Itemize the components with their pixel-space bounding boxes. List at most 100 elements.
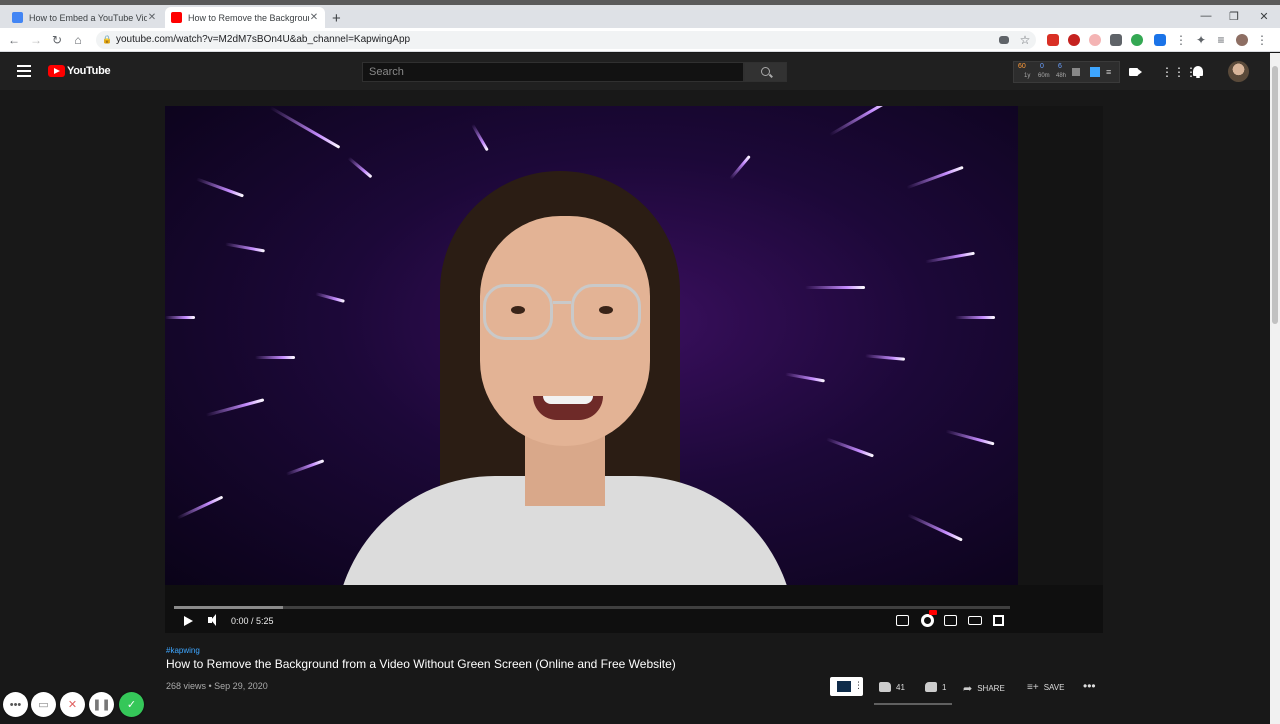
user-avatar[interactable] xyxy=(1228,61,1249,82)
browser-tab-embed[interactable]: How to Embed a YouTube Video ✕ xyxy=(6,7,163,28)
light-streak xyxy=(285,459,325,476)
save-button[interactable]: ≡+ SAVE xyxy=(1027,682,1064,693)
light-streak xyxy=(864,354,906,361)
home-icon[interactable]: ⌂ xyxy=(71,32,85,48)
video-frame[interactable] xyxy=(165,106,1018,585)
progress-bar[interactable] xyxy=(174,606,1010,609)
light-streak xyxy=(176,495,224,520)
video-hashtag[interactable]: #kapwing xyxy=(166,646,200,655)
stat-label: 1y xyxy=(1024,73,1031,79)
light-streak xyxy=(471,123,489,152)
settings-gear-icon[interactable] xyxy=(921,610,937,627)
youtube-header: YouTube Search 60 0 6 1y 60m 48h ≡ ⋮⋮⋮ xyxy=(0,53,1270,90)
more-actions-icon[interactable]: ••• xyxy=(1083,679,1096,693)
docs-favicon-icon xyxy=(12,12,23,23)
search-button[interactable] xyxy=(744,62,787,82)
close-tab-icon[interactable]: ✕ xyxy=(147,12,157,23)
browser-tab-remove-background[interactable]: How to Remove the Background ✕ xyxy=(165,7,325,28)
reload-icon[interactable]: ↻ xyxy=(50,32,64,48)
apps-grid-icon[interactable]: ⋮⋮⋮ xyxy=(1161,66,1197,78)
thumbs-down-icon xyxy=(925,682,937,692)
search-placeholder: Search xyxy=(369,66,404,78)
menu-dots-icon: ⋮ xyxy=(854,680,863,690)
thumbs-up-icon xyxy=(879,682,891,692)
chrome-menu-icon[interactable]: ⋮ xyxy=(1255,32,1269,48)
grid-toggle-icon[interactable] xyxy=(1072,68,1080,76)
light-streak xyxy=(255,356,295,359)
notifications-bell-icon[interactable] xyxy=(1193,66,1207,78)
profile-avatar-icon[interactable] xyxy=(1236,34,1248,46)
like-ratio-bar xyxy=(874,703,952,705)
video-meta: 268 views • Sep 29, 2020 xyxy=(166,681,268,691)
target-extension-icon[interactable] xyxy=(1089,34,1101,46)
dislike-count: 1 xyxy=(942,682,947,692)
presenter-eye xyxy=(511,306,525,314)
tab-title: How to Embed a YouTube Video xyxy=(29,12,147,23)
recorder-camera-button[interactable]: ▭ xyxy=(31,692,56,717)
youtube-play-logo-icon xyxy=(48,65,65,77)
reading-list-icon[interactable]: ≡ xyxy=(1214,32,1228,48)
time-display: 0:00 / 5:25 xyxy=(231,616,274,626)
captions-icon[interactable] xyxy=(896,615,909,626)
calendar-extension-icon[interactable] xyxy=(1047,34,1059,46)
light-streak xyxy=(269,106,341,149)
lastpass-extension-icon[interactable] xyxy=(1068,34,1080,46)
close-icon: ✕ xyxy=(67,699,78,711)
more-dots-icon: ••• xyxy=(9,698,22,711)
presenter xyxy=(335,171,795,585)
theater-mode-icon[interactable] xyxy=(968,616,982,625)
player-controls-bar xyxy=(165,585,1103,633)
bookmark-star-icon[interactable]: ☆ xyxy=(1018,32,1032,48)
recorder-menu-button[interactable]: ••• xyxy=(3,692,28,717)
miniplayer-icon[interactable] xyxy=(944,615,957,626)
fullscreen-icon[interactable] xyxy=(993,615,1004,626)
recorder-cancel-button[interactable]: ✕ xyxy=(60,692,85,717)
recorder-finish-button[interactable]: ✓ xyxy=(119,692,144,717)
puzzle-extensions-icon[interactable]: ✦ xyxy=(1194,32,1208,48)
dislike-button[interactable]: 1 xyxy=(925,682,946,692)
address-bar[interactable]: 🔒 youtube.com/watch?v=M2dM7sBOn4U&ab_cha… xyxy=(96,31,1036,49)
stat-value: 6 xyxy=(1058,63,1062,70)
light-streak xyxy=(828,106,892,137)
create-video-icon[interactable] xyxy=(1129,66,1143,78)
stats-extension-panel[interactable]: 60 0 6 1y 60m 48h ≡ xyxy=(1013,61,1120,83)
search-input[interactable]: Search xyxy=(362,62,744,82)
pause-icon: ❚❚ xyxy=(92,699,111,711)
glasses-bridge xyxy=(553,301,571,304)
list-toggle-icon[interactable]: ≡ xyxy=(1106,67,1111,77)
hd-badge xyxy=(929,610,937,615)
play-icon[interactable] xyxy=(184,616,193,626)
share-button[interactable]: ➦ SHARE xyxy=(963,682,1005,695)
browser-toolbar: ← → ↻ ⌂ 🔒 youtube.com/watch?v=M2dM7sBOn4… xyxy=(0,28,1280,52)
more-extensions-icon[interactable]: ⋮ xyxy=(1174,32,1188,48)
hamburger-menu-icon[interactable] xyxy=(17,65,31,77)
light-streak xyxy=(825,437,875,458)
share-label: SHARE xyxy=(977,684,1005,693)
extension-player-button[interactable]: ⋮ xyxy=(830,677,863,696)
volume-icon[interactable] xyxy=(208,614,220,628)
check-extension-icon[interactable] xyxy=(1131,34,1143,46)
close-window-icon[interactable]: ✕ xyxy=(1256,10,1272,23)
camera-extension-icon[interactable] xyxy=(999,36,1009,44)
stat-label: 60m xyxy=(1038,73,1050,79)
new-tab-icon[interactable]: + xyxy=(332,10,341,27)
presenter-eye xyxy=(599,306,613,314)
share-arrow-icon: ➦ xyxy=(963,683,973,695)
play-box-icon xyxy=(837,681,851,692)
browser-tab-bar: How to Embed a YouTube Video ✕ How to Re… xyxy=(0,5,1280,28)
like-button[interactable]: 41 xyxy=(879,682,905,692)
player-toggle-icon[interactable] xyxy=(1090,67,1100,77)
recorder-pause-button[interactable]: ❚❚ xyxy=(89,692,114,717)
youtube-logo[interactable]: YouTube xyxy=(48,65,111,77)
shield-extension-icon[interactable] xyxy=(1110,34,1122,46)
forward-icon[interactable]: → xyxy=(29,32,43,48)
back-icon[interactable]: ← xyxy=(7,32,21,48)
dropper-extension-icon[interactable] xyxy=(1154,34,1166,46)
close-tab-icon[interactable]: ✕ xyxy=(309,12,319,23)
check-icon: ✓ xyxy=(126,699,137,711)
scrollbar-thumb[interactable] xyxy=(1272,66,1278,324)
minimize-icon[interactable]: — xyxy=(1198,10,1214,22)
restore-icon[interactable]: ❐ xyxy=(1226,10,1242,23)
light-streak xyxy=(955,316,995,319)
stat-label: 48h xyxy=(1056,73,1067,79)
